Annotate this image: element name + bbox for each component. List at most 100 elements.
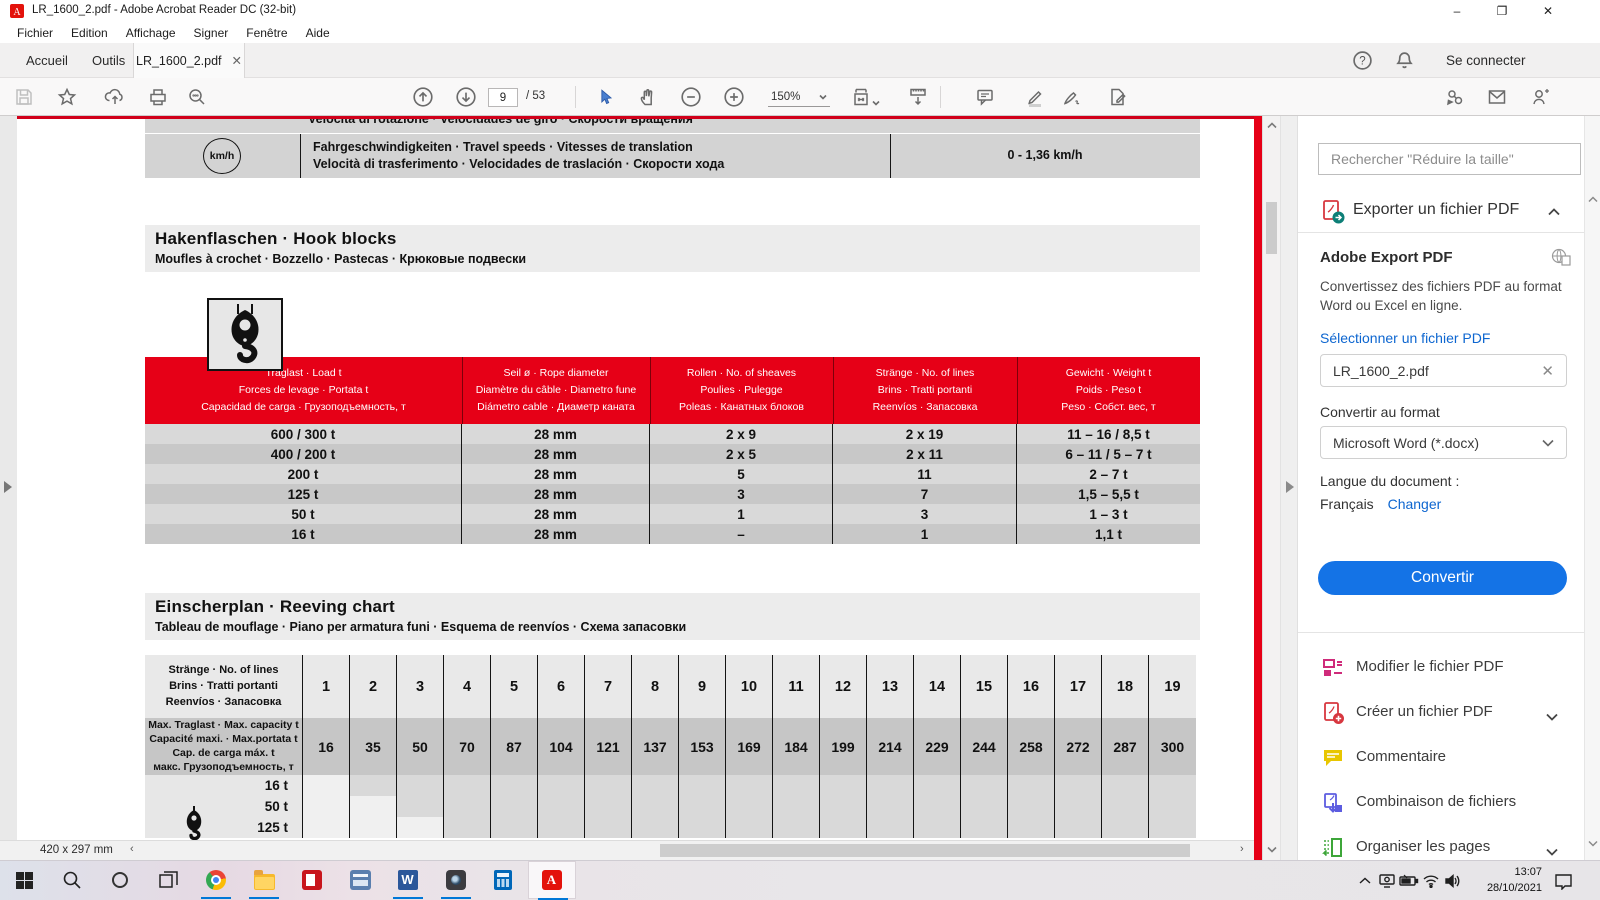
task-view-icon[interactable]: [144, 861, 192, 899]
zoom-level-select[interactable]: 150%: [768, 88, 830, 107]
page-number-input[interactable]: 9: [488, 88, 518, 107]
chevron-down-icon[interactable]: [1546, 708, 1558, 726]
start-button[interactable]: [0, 861, 48, 899]
tab-home[interactable]: Accueil: [12, 43, 82, 78]
export-pdf-section-header[interactable]: Exporter un fichier PDF: [1298, 192, 1585, 232]
tools-search-input[interactable]: Rechercher "Réduire la taille": [1318, 143, 1581, 175]
chevron-down-icon: [819, 94, 827, 100]
taskbar-app-pdf-tool[interactable]: [288, 861, 336, 899]
panel-item-create-pdf[interactable]: Créer un fichier PDF: [1298, 691, 1585, 735]
tray-expand-icon[interactable]: [1355, 871, 1375, 891]
star-favorites-icon[interactable]: [54, 84, 80, 110]
document-vscrollbar[interactable]: [1262, 116, 1280, 860]
cloud-upload-icon[interactable]: [102, 84, 128, 110]
sign-in-link[interactable]: Se connecter: [1432, 43, 1540, 78]
reeving-cell: [1008, 796, 1055, 817]
vscroll-thumb[interactable]: [1266, 202, 1277, 254]
table-cell: –: [650, 524, 833, 544]
panel-item-combine-files[interactable]: Combinaison de fichiers: [1298, 781, 1585, 825]
minimize-button[interactable]: –: [1437, 0, 1477, 22]
table-row: 50 t28 mm131 – 3 t: [145, 504, 1200, 524]
highlight-tool-icon[interactable]: [1022, 84, 1048, 110]
save-icon[interactable]: [11, 84, 37, 110]
fill-sign-icon[interactable]: [1060, 84, 1086, 110]
hscroll-right-arrow[interactable]: ›: [1240, 843, 1244, 855]
scroll-down-icon[interactable]: [1267, 846, 1277, 853]
capacity-cell: 244: [961, 718, 1008, 775]
speed-value: 0 - 1,36 km/h: [890, 148, 1200, 162]
taskbar-app-acrobat[interactable]: A: [528, 861, 576, 899]
action-center-icon[interactable]: [1553, 871, 1573, 891]
reeving-cell: [1008, 775, 1055, 796]
selected-file-field[interactable]: LR_1600_2.pdf ✕: [1320, 354, 1567, 387]
table-cell: 600 / 300 t: [145, 424, 462, 444]
collapse-panel-icon[interactable]: [1286, 481, 1294, 493]
tab-document[interactable]: LR_1600_2.pdf ✕: [133, 43, 245, 78]
panel-scrollbar[interactable]: [1584, 116, 1600, 860]
wifi-icon[interactable]: [1421, 871, 1441, 891]
chevron-down-icon[interactable]: [1546, 843, 1558, 861]
panel-item-edit-pdf[interactable]: Modifier le fichier PDF: [1298, 646, 1585, 690]
select-tool-icon[interactable]: [592, 84, 618, 110]
share-link-icon[interactable]: [1442, 84, 1468, 110]
menu-signer[interactable]: Signer: [185, 24, 238, 42]
zoom-out-icon[interactable]: [678, 84, 704, 110]
reeving-cell: [1102, 796, 1149, 817]
more-tools-icon[interactable]: [1105, 84, 1131, 110]
menu-aide[interactable]: Aide: [297, 24, 339, 42]
volume-icon[interactable]: [1443, 871, 1463, 891]
taskbar-clock[interactable]: 13:07 28/10/2021: [1462, 864, 1542, 896]
hscroll-thumb[interactable]: [660, 844, 1190, 857]
line-number-cell: 13: [867, 655, 914, 718]
chevron-down-icon[interactable]: [872, 93, 880, 111]
cortana-icon[interactable]: [96, 861, 144, 899]
taskbar-app-calculator[interactable]: [480, 861, 528, 899]
help-icon[interactable]: ?: [1352, 50, 1373, 76]
hand-tool-icon[interactable]: [635, 84, 661, 110]
menu-edition[interactable]: Edition: [62, 24, 117, 42]
clear-file-icon[interactable]: ✕: [1541, 362, 1554, 380]
panel-item-comment[interactable]: Commentaire: [1298, 736, 1585, 780]
fit-width-icon[interactable]: [848, 84, 874, 110]
scroll-up-icon[interactable]: [1588, 196, 1598, 203]
email-icon[interactable]: [1484, 84, 1510, 110]
zoom-in-icon[interactable]: [721, 84, 747, 110]
maximize-button[interactable]: ❐: [1482, 0, 1522, 22]
next-page-icon[interactable]: [453, 84, 479, 110]
taskbar-app-photo-editor[interactable]: [432, 861, 480, 899]
print-icon[interactable]: [145, 84, 171, 110]
change-language-link[interactable]: Changer: [1388, 496, 1442, 512]
comment-tool-icon[interactable]: [972, 84, 998, 110]
taskbar-app-file-explorer[interactable]: [240, 861, 288, 899]
taskbar-search-icon[interactable]: [48, 861, 96, 899]
clock-time: 13:07: [1462, 864, 1542, 880]
add-account-icon[interactable]: [1527, 84, 1553, 110]
menu-fenêtre[interactable]: Fenêtre: [237, 24, 296, 42]
reeving-cell: [961, 796, 1008, 817]
taskbar-app-chrome[interactable]: [192, 861, 240, 899]
taskbar-app-keyboard-tool[interactable]: [336, 861, 384, 899]
hook-blocks-title: Hakenflaschen · Hook blocks: [155, 229, 397, 249]
close-button[interactable]: ✕: [1528, 0, 1568, 22]
format-select[interactable]: Microsoft Word (*.docx): [1320, 426, 1567, 459]
select-pdf-link[interactable]: Sélectionner un fichier PDF: [1320, 330, 1490, 346]
line-number-cell: 15: [961, 655, 1008, 718]
tab-tools[interactable]: Outils: [78, 43, 139, 78]
menu-fichier[interactable]: Fichier: [8, 24, 62, 42]
previous-page-icon[interactable]: [410, 84, 436, 110]
scroll-down-icon[interactable]: [1588, 840, 1598, 847]
menu-affichage[interactable]: Affichage: [117, 24, 185, 42]
convert-button[interactable]: Convertir: [1318, 561, 1567, 595]
tab-close-icon[interactable]: ✕: [232, 53, 242, 68]
taskbar-app-word[interactable]: W: [384, 861, 432, 899]
notifications-bell-icon[interactable]: [1394, 50, 1415, 76]
cast-device-icon[interactable]: [1377, 871, 1397, 891]
hscroll-left-arrow[interactable]: ‹: [130, 843, 134, 855]
scroll-up-icon[interactable]: [1267, 122, 1277, 129]
find-icon[interactable]: [184, 84, 210, 110]
reeving-cell: [820, 817, 867, 838]
reeving-cell: [679, 775, 726, 796]
battery-icon[interactable]: [1399, 871, 1419, 891]
scrolling-mode-icon[interactable]: [905, 84, 931, 110]
chevron-up-icon[interactable]: [1548, 208, 1560, 216]
